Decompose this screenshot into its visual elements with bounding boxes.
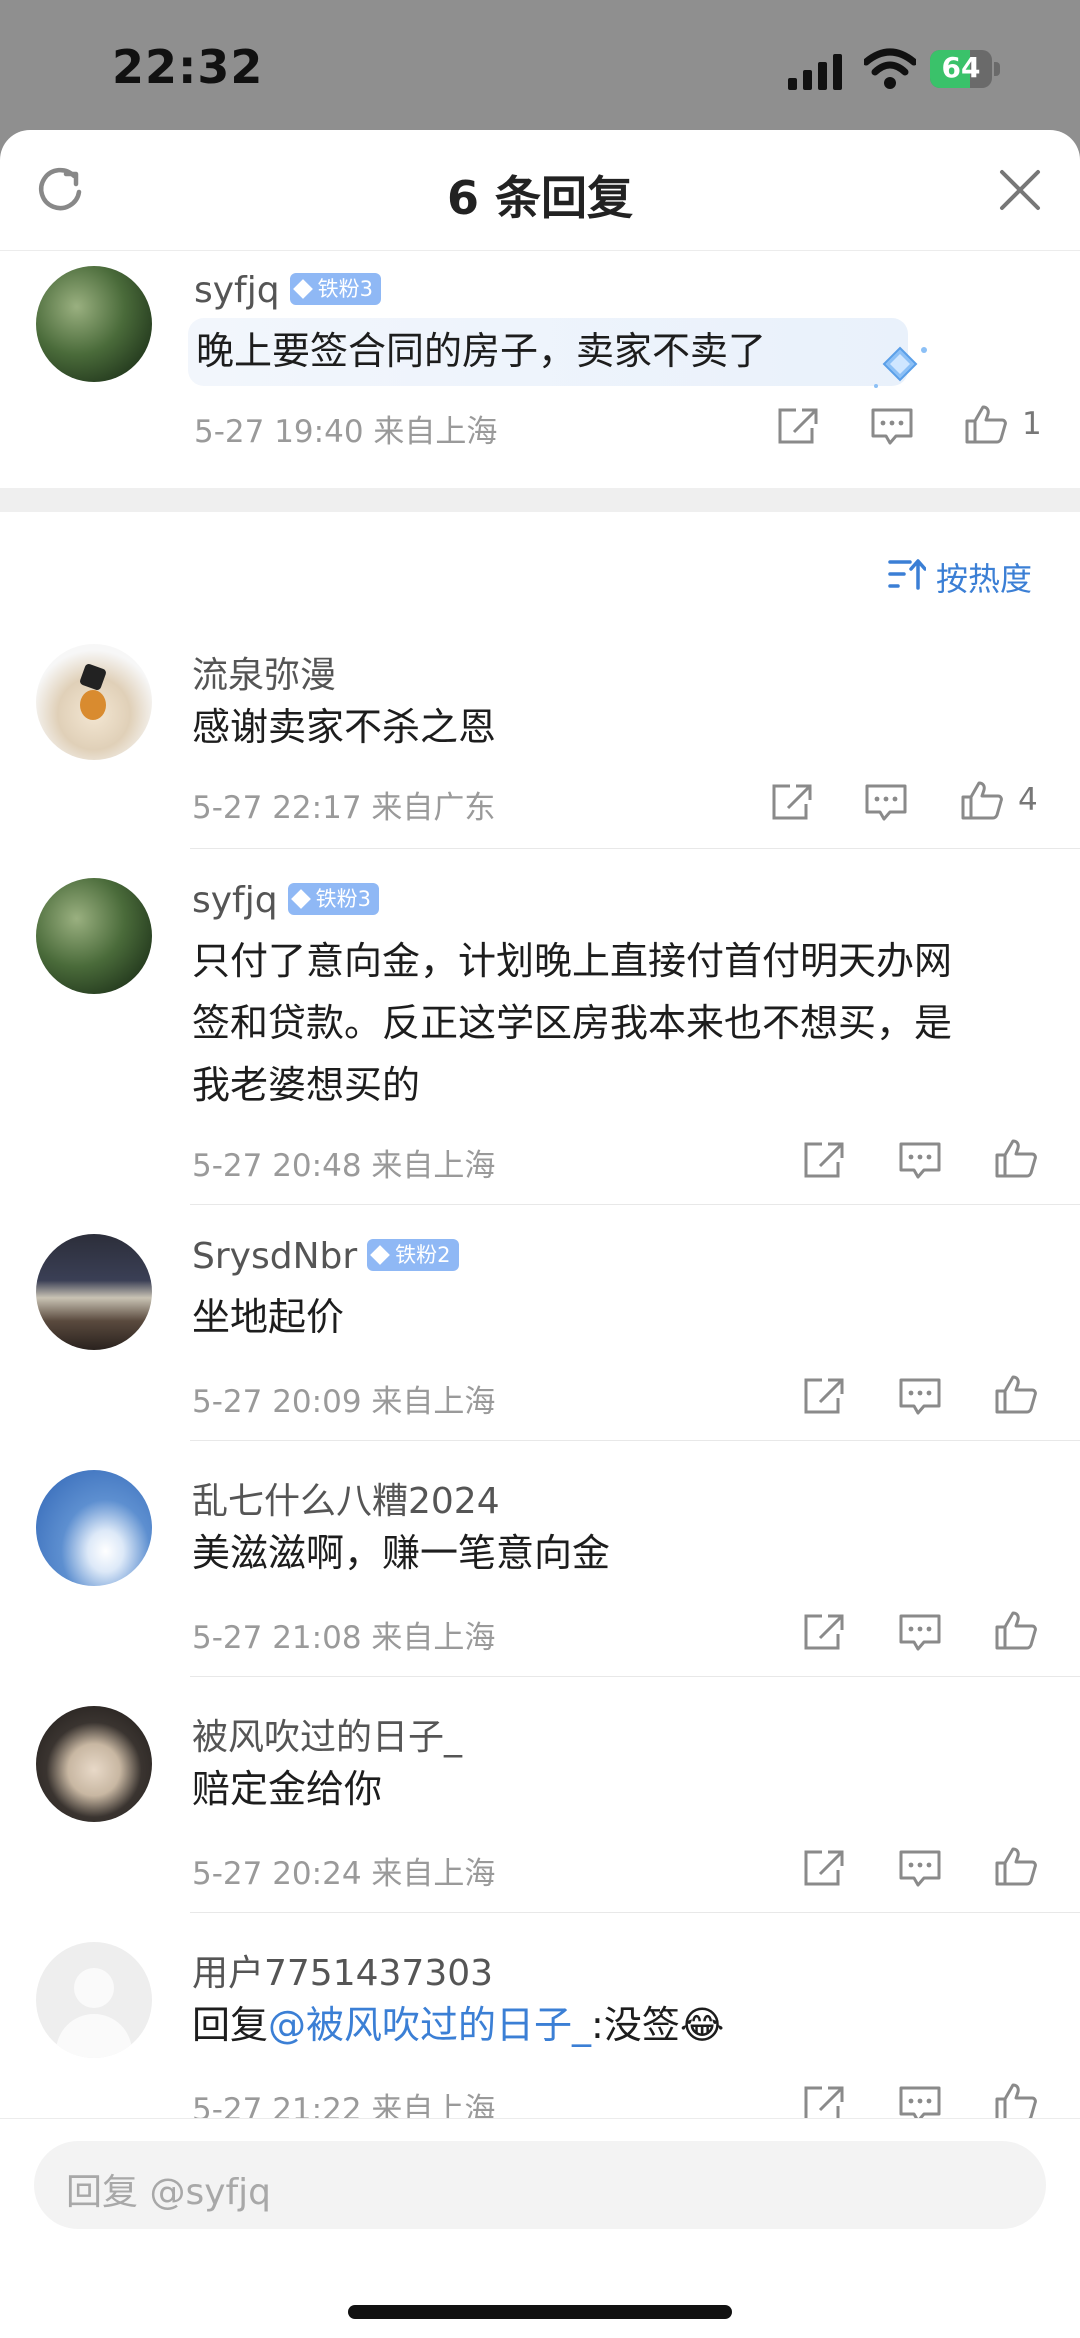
divider: [190, 848, 1080, 849]
comment-icon[interactable]: [898, 1848, 942, 1888]
reply-placeholder: 回复 @syfjq: [66, 2172, 272, 2213]
thumbs-up-icon[interactable]: [994, 1374, 1038, 1414]
like-count: 1: [1022, 406, 1042, 442]
username[interactable]: 乱七什么八糟2024: [192, 1472, 500, 1524]
cellular-signal-icon: [788, 54, 842, 90]
thumbs-up-icon[interactable]: [994, 1610, 1038, 1650]
avatar[interactable]: [36, 1234, 152, 1350]
reply-input[interactable]: 回复 @syfjq: [34, 2141, 1046, 2229]
comment-meta: 5-27 19:40 来自上海: [194, 414, 498, 450]
divider: [190, 1440, 1080, 1441]
reply-meta: 5-27 20:24 来自上海: [192, 1856, 496, 1892]
replies-sheet: 6 条回复 syfjq 铁粉3 晚上要签合同的房子，卖家不卖了 5-27 19:4…: [0, 130, 1080, 2337]
comment-icon[interactable]: [898, 1612, 942, 1652]
reply-meta: 5-27 21:08 来自上海: [192, 1620, 496, 1656]
avatar[interactable]: [36, 878, 152, 994]
divider: [190, 1912, 1080, 1913]
share-icon[interactable]: [802, 1140, 846, 1180]
share-icon[interactable]: [802, 1376, 846, 1416]
reply-meta: 5-27 20:09 来自上海: [192, 1384, 496, 1420]
comment-icon[interactable]: [898, 1140, 942, 1180]
mention-link[interactable]: @被风吹过的日子_: [268, 2003, 591, 2047]
reply-text-line: 签和贷款。反正这学区房我本来也不想买，是: [192, 1001, 953, 1045]
laughing-crying-emoji: 😂: [679, 2003, 725, 2047]
username[interactable]: syfjq: [194, 270, 280, 311]
sheet-title: 6 条回复: [446, 171, 634, 225]
thumbs-up-icon[interactable]: [994, 1846, 1038, 1886]
share-icon[interactable]: [770, 782, 814, 822]
sort-label: 按热度: [936, 560, 1033, 598]
sheet-header: 6 条回复: [0, 130, 1080, 251]
username[interactable]: 用户7751437303: [192, 1944, 493, 1996]
reply-bar: 回复 @syfjq: [0, 2118, 1080, 2338]
reply-meta: 5-27 20:48 来自上海: [192, 1148, 496, 1184]
reply-meta: 5-27 22:17 来自广东: [192, 790, 496, 826]
fan-badge: 铁粉3: [287, 883, 379, 915]
avatar[interactable]: [36, 1942, 152, 2058]
reply-text: 赔定金给你: [192, 1767, 383, 1811]
username[interactable]: 流泉弥漫: [192, 646, 336, 698]
reply-text-line: 我老婆想买的: [192, 1063, 421, 1107]
thumbs-up-icon[interactable]: [960, 780, 1004, 820]
share-icon[interactable]: [802, 1612, 846, 1652]
battery-icon: 64: [930, 50, 1004, 90]
avatar[interactable]: [36, 266, 152, 382]
close-icon[interactable]: [998, 168, 1042, 212]
comment-icon[interactable]: [898, 1376, 942, 1416]
reply-text: 美滋滋啊，赚一笔意向金: [192, 1531, 611, 1575]
reply-text-line: 只付了意向金，计划晚上直接付首付明天办网: [192, 939, 953, 983]
fan-badge: 铁粉3: [289, 273, 381, 305]
home-indicator[interactable]: [348, 2305, 732, 2319]
sort-icon: [888, 559, 926, 590]
comment-text: 晚上要签合同的房子，卖家不卖了: [196, 329, 767, 373]
username[interactable]: 被风吹过的日子_: [192, 1708, 462, 1760]
username[interactable]: SrysdNbr: [192, 1236, 357, 1277]
like-count: 4: [1018, 782, 1038, 818]
avatar[interactable]: [36, 1706, 152, 1822]
section-divider: [0, 488, 1080, 512]
divider: [190, 1676, 1080, 1677]
divider: [190, 1204, 1080, 1205]
status-time: 22:32: [112, 40, 264, 94]
fan-badge: 铁粉2: [367, 1239, 459, 1271]
status-bar: 22:32 64: [0, 0, 1080, 140]
share-icon[interactable]: [802, 1848, 846, 1888]
username[interactable]: syfjq: [192, 880, 278, 921]
comment-icon[interactable]: [864, 782, 908, 822]
thumbs-up-icon[interactable]: [994, 1138, 1038, 1178]
reply-text: 回复@被风吹过的日子_:没签😂: [192, 2003, 725, 2047]
wifi-icon: [864, 48, 916, 89]
avatar[interactable]: [36, 1470, 152, 1586]
reply-text: 感谢卖家不杀之恩: [192, 705, 497, 749]
comment-icon[interactable]: [870, 406, 914, 446]
thumbs-up-icon[interactable]: [994, 2082, 1038, 2122]
thumbs-up-icon[interactable]: [964, 404, 1008, 444]
battery-percent: 64: [941, 51, 981, 84]
diamond-decoration-icon: [874, 346, 927, 388]
share-icon[interactable]: [776, 406, 820, 446]
reply-text: 坐地起价: [192, 1295, 345, 1339]
avatar[interactable]: [36, 644, 152, 760]
